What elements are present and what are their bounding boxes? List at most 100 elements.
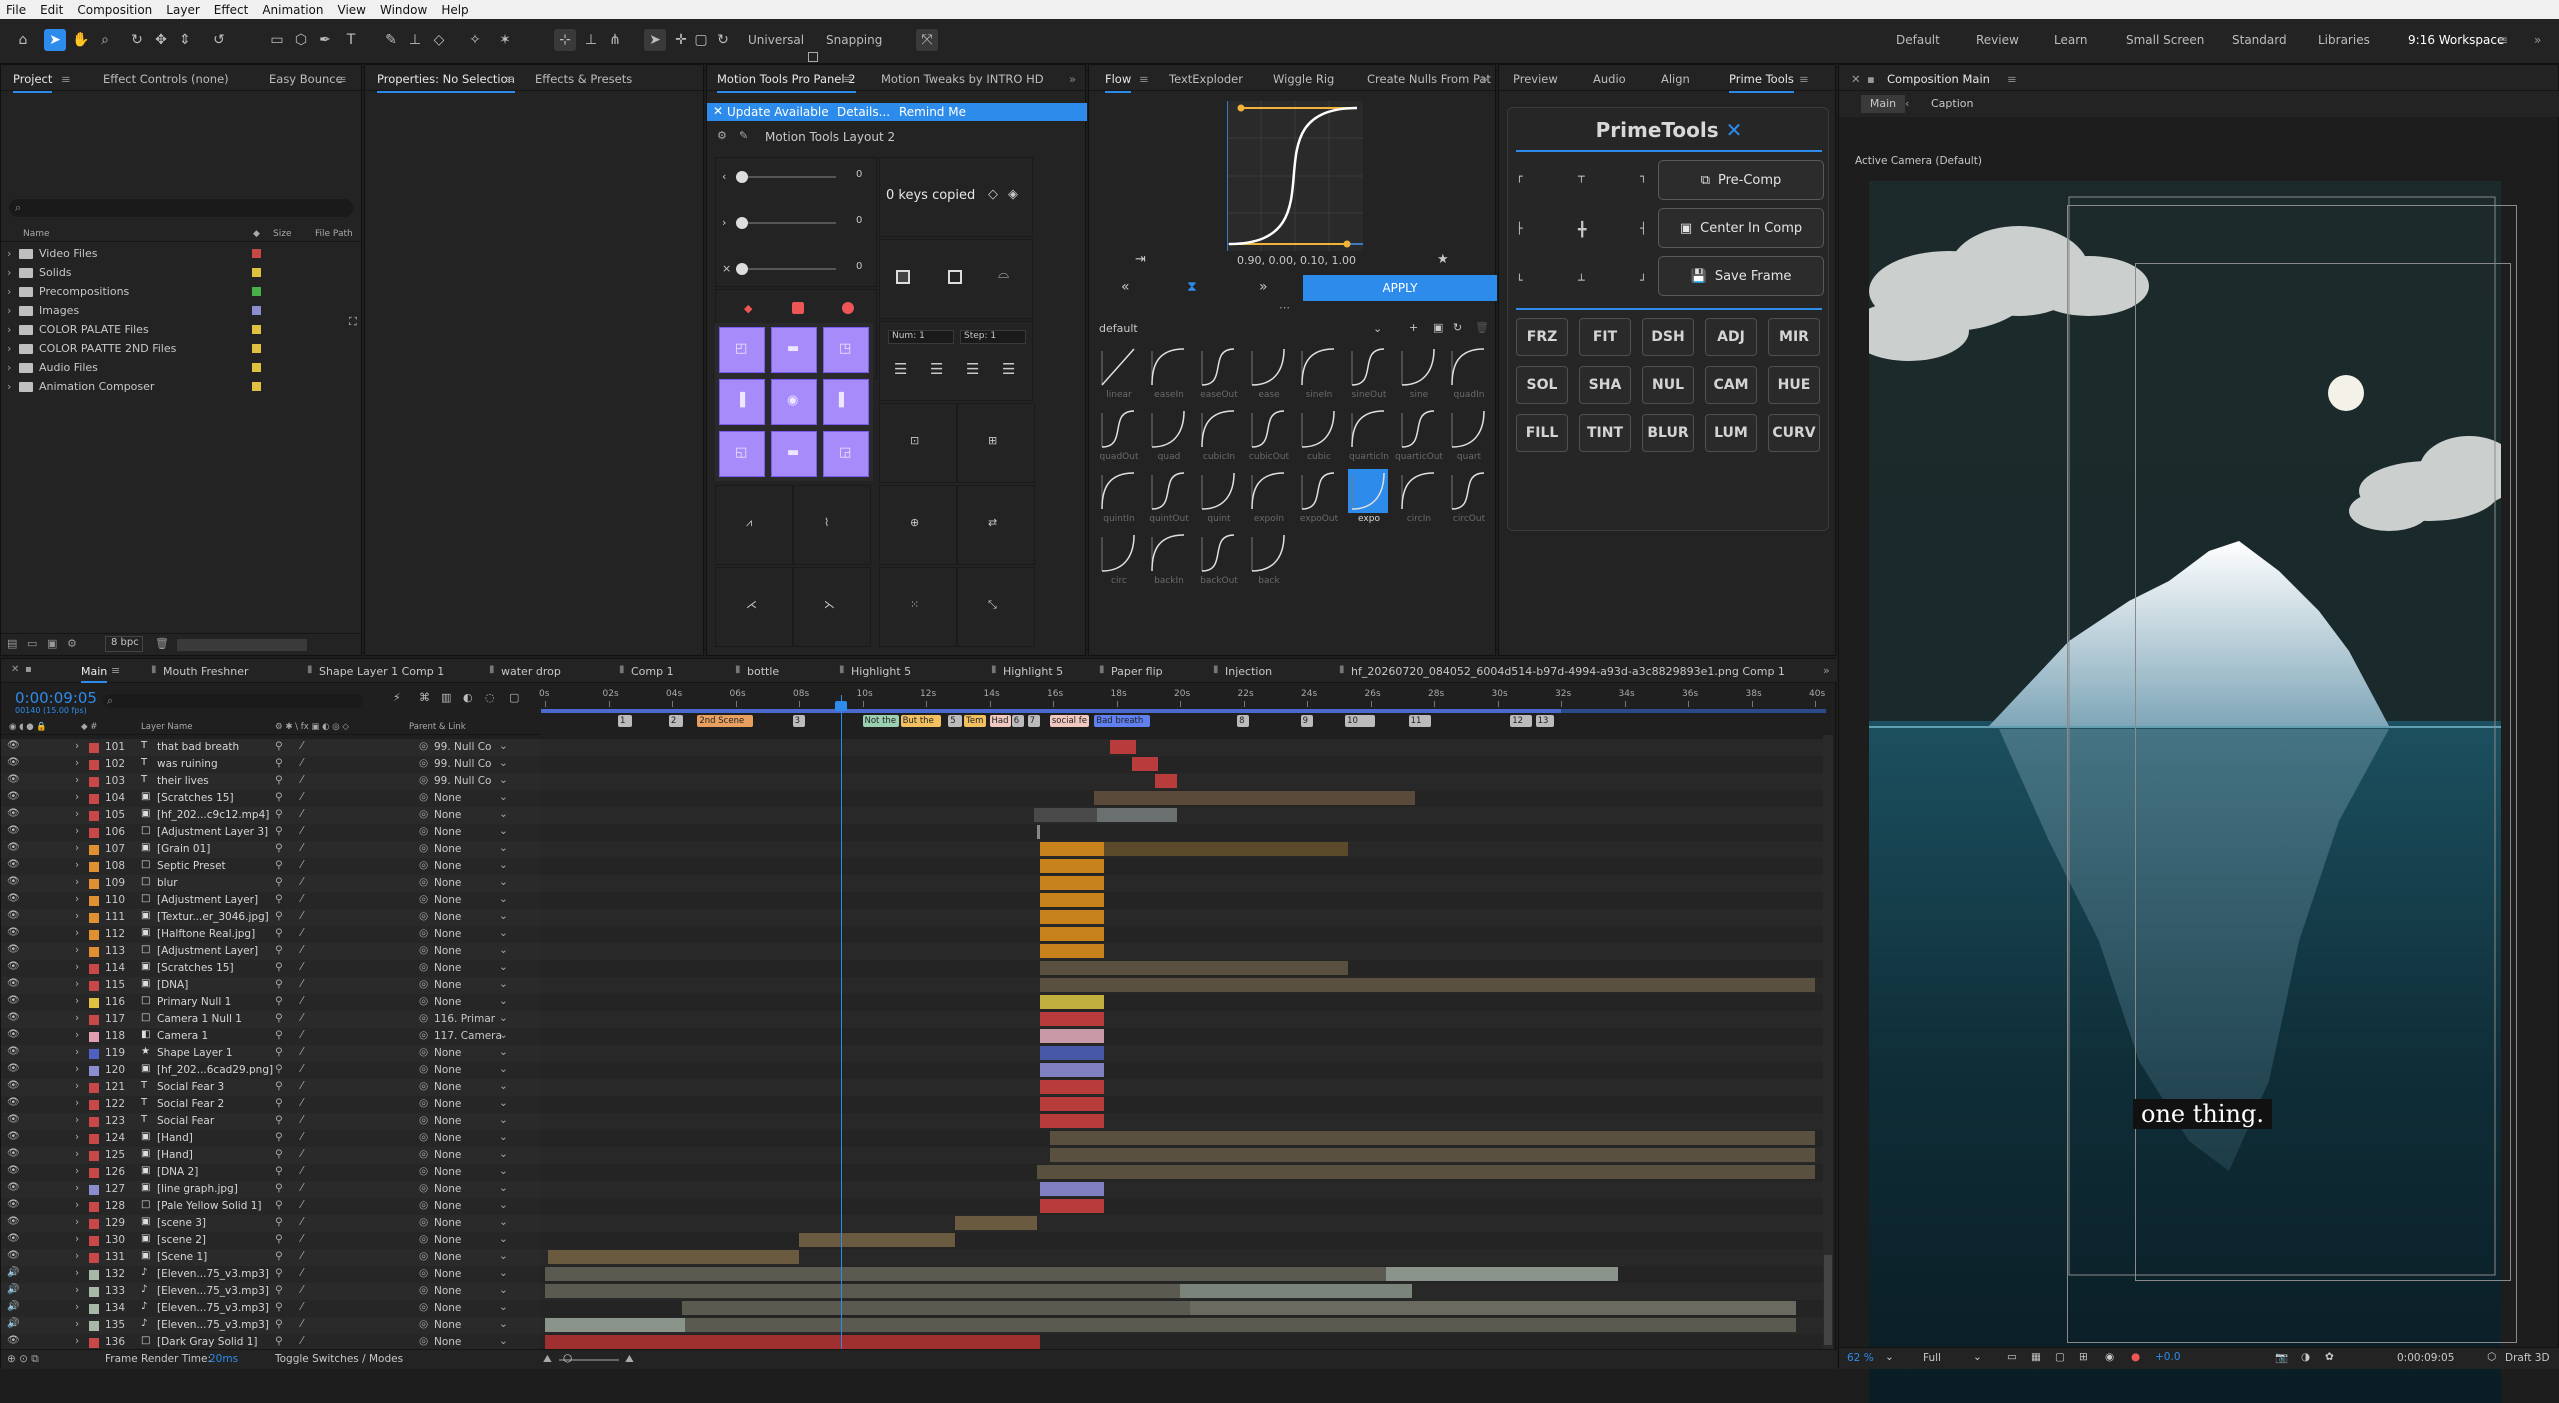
visibility-eye-icon[interactable]: 👁 [7, 876, 20, 887]
chevron-down-icon[interactable]: ⌄ [499, 1284, 508, 1296]
layer-duration-bar[interactable] [954, 1216, 1038, 1230]
center-in-comp-button[interactable]: ▣ Center In Comp [1658, 208, 1824, 248]
project-search-input[interactable]: ⌕ [9, 199, 353, 217]
pickwhip-icon[interactable]: ⚲ [275, 757, 283, 769]
visibility-eye-icon[interactable]: 👁 [7, 1216, 20, 1227]
visibility-eye-icon[interactable]: 👁 [7, 774, 20, 785]
project-folder[interactable]: › Video Files [1, 245, 361, 262]
camera-icon[interactable]: 📷 [2275, 1351, 2288, 1364]
slider-handle[interactable] [736, 171, 748, 183]
layer-name[interactable]: Social Fear 2 [157, 1098, 224, 1110]
prime-key-dsh-button[interactable]: DSH [1642, 318, 1694, 356]
parent-pickwhip-icon[interactable]: ◎ [419, 1097, 428, 1109]
layer-duration-bar[interactable] [1037, 1165, 1815, 1179]
layer-row[interactable]: 👁 › 121 T Social Fear 3 ⚲ ⁄ ◎ None ⌄ [1, 1079, 541, 1096]
pickwhip-icon[interactable]: ⚲ [275, 944, 283, 956]
layer-row[interactable]: 👁 › 112 ▣ [Halftone Real.jpg] ⚲ ⁄ ◎ None ⌄ [1, 926, 541, 943]
label-color-swatch[interactable] [252, 249, 261, 258]
slider-handle[interactable] [736, 263, 748, 275]
chevron-right-icon[interactable]: › [75, 1199, 79, 1211]
parent-dropdown[interactable]: None [434, 877, 494, 889]
switch-icon[interactable]: ⁄ [301, 910, 303, 922]
label-color-swatch[interactable] [252, 306, 261, 315]
easing-preset-quintOut[interactable]: quintOut [1145, 467, 1191, 527]
label-color-swatch[interactable] [89, 913, 99, 923]
layer-row[interactable]: 👁 › 125 ▣ [Hand] ⚲ ⁄ ◎ None ⌄ [1, 1147, 541, 1164]
parent-pickwhip-icon[interactable]: ◎ [419, 961, 428, 973]
layer-row[interactable]: 👁 › 110 □ [Adjustment Layer] ⚲ ⁄ ◎ None ⌄ [1, 892, 541, 909]
column-size[interactable]: Size [273, 229, 291, 239]
label-color-swatch[interactable] [89, 811, 99, 821]
switch-icon[interactable]: ⁄ [301, 1301, 303, 1313]
switch-icon[interactable]: ⁄ [301, 791, 303, 803]
layer-duration-bar[interactable] [684, 1318, 1796, 1332]
layer-row[interactable]: 👁 › 105 ▣ [hf_202...c9c12.mp4] ⚲ ⁄ ◎ None ⌄ [1, 807, 541, 824]
switch-icon[interactable]: ⁄ [301, 808, 303, 820]
layer-name[interactable]: [Eleven...75_v3.mp3] [157, 1302, 269, 1314]
workspace-more-icon[interactable]: » [2534, 33, 2541, 47]
align-left-icon[interactable]: ├ [1516, 222, 1523, 235]
parent-dropdown[interactable]: 117. Camera [434, 1030, 502, 1042]
layer-name[interactable]: [Dark Gray Solid 1] [157, 1336, 258, 1348]
bezier-curve-editor[interactable] [1227, 101, 1363, 251]
parent-dropdown[interactable]: 99. Null Co [434, 758, 494, 770]
zoom-tool-icon[interactable]: ⌕ [94, 29, 116, 51]
pickwhip-icon[interactable]: ⚲ [275, 1250, 283, 1262]
chevron-right-icon[interactable]: › [75, 1233, 79, 1245]
pickwhip-icon[interactable]: ⚲ [275, 1046, 283, 1058]
easing-preset-ease[interactable]: ease [1245, 343, 1291, 403]
pickwhip-icon[interactable]: ⚲ [275, 961, 283, 973]
label-color-swatch[interactable] [89, 1168, 99, 1178]
layer-name-column[interactable]: Layer Name [141, 722, 192, 732]
label-color-swatch[interactable] [252, 382, 261, 391]
chevron-right-icon[interactable]: › [7, 361, 11, 374]
pickwhip-icon[interactable]: ⚲ [275, 1267, 283, 1279]
menu-view[interactable]: View [338, 3, 366, 17]
chevron-down-icon[interactable]: ⌄ [499, 927, 508, 939]
align-right-icon[interactable]: ┤ [1640, 222, 1647, 235]
switch-icon[interactable]: ⁄ [301, 1080, 303, 1092]
chevron-right-icon[interactable]: › [722, 216, 726, 229]
chevron-right-icon[interactable]: › [75, 757, 79, 769]
comp-marker[interactable]: Bad breath [1094, 715, 1151, 727]
layer-duration-bar[interactable] [1040, 1012, 1104, 1026]
label-color-swatch[interactable] [89, 1338, 99, 1348]
square-key-icon[interactable] [792, 302, 804, 314]
easing-preset-cubic[interactable]: cubic [1295, 405, 1341, 465]
parent-pickwhip-icon[interactable]: ◎ [419, 1165, 428, 1177]
parent-pickwhip-icon[interactable]: ◎ [419, 1148, 428, 1160]
label-color-swatch[interactable] [89, 1185, 99, 1195]
layer-row[interactable]: 👁 › 107 ▣ [Grain 01] ⚲ ⁄ ◎ None ⌄ [1, 841, 541, 858]
label-color-swatch[interactable] [89, 1117, 99, 1127]
parent-dropdown[interactable]: None [434, 1132, 494, 1144]
pickwhip-icon[interactable]: ⚲ [275, 791, 283, 803]
roi-icon[interactable]: ▭ [2007, 1351, 2017, 1363]
chevron-right-icon[interactable]: › [75, 1267, 79, 1279]
layer-duration-bar[interactable] [1040, 978, 1815, 992]
hourglass-icon[interactable]: ⧗ [1187, 279, 1197, 295]
workspace-learn[interactable]: Learn [2054, 33, 2088, 47]
layer-name[interactable]: [scene 3] [157, 1217, 206, 1229]
import-curve-icon[interactable]: ⇥ [1135, 252, 1146, 267]
pickwhip-icon[interactable]: ⚲ [275, 995, 283, 1007]
easing-preset-quadIn[interactable]: quadIn [1445, 343, 1491, 403]
parent-dropdown[interactable]: None [434, 809, 494, 821]
easing-preset-expoIn[interactable]: expoIn [1245, 467, 1291, 527]
tool-tile[interactable]: ⁙ [879, 567, 957, 647]
comp-marker[interactable]: 1 [618, 715, 633, 727]
toggle-icons[interactable]: ⊕ ⊙ ⧉ [7, 1353, 39, 1366]
align-center-icon[interactable]: ╋ [1578, 222, 1586, 238]
pickwhip-icon[interactable]: ⚲ [275, 893, 283, 905]
prime-key-lum-button[interactable]: LUM [1705, 414, 1757, 452]
menu-icon[interactable]: ≡ [1139, 72, 1149, 86]
layer-name[interactable]: [DNA 2] [157, 1166, 198, 1178]
zoom-slider-handle[interactable]: ○ [563, 1352, 572, 1364]
tab-audio[interactable]: Audio [1593, 72, 1626, 86]
subtab-caption[interactable]: Caption [1931, 97, 1973, 110]
switch-icon[interactable]: ⁄ [301, 1165, 303, 1177]
chevron-down-icon[interactable]: ⌄ [499, 893, 508, 905]
pickwhip-icon[interactable]: ⚲ [275, 1165, 283, 1177]
menu-effect[interactable]: Effect [214, 3, 249, 17]
anchor-cell[interactable]: ◲ [823, 431, 869, 477]
layer-name[interactable]: [Eleven...75_v3.mp3] [157, 1285, 269, 1297]
